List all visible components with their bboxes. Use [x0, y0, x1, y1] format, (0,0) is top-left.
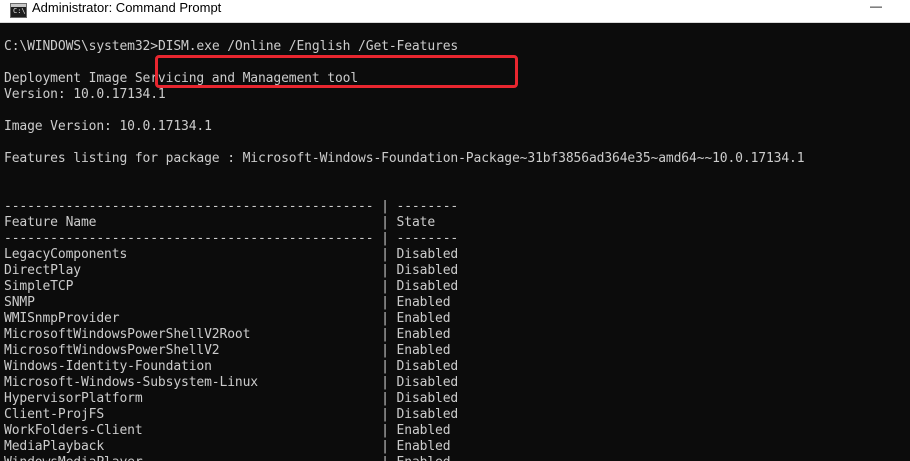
feature-state: Enabled	[396, 423, 451, 438]
feature-state: Disabled	[396, 247, 459, 262]
command-highlight-box	[155, 55, 518, 88]
window-title: Administrator: Command Prompt	[32, 0, 222, 15]
feature-name: MicrosoftWindowsPowerShellV2	[4, 343, 382, 358]
feature-state: Enabled	[396, 295, 451, 310]
feature-row: SimpleTCP | Disabled	[4, 279, 458, 295]
feature-row: SNMP | Enabled	[4, 295, 451, 311]
column-pipe: |	[381, 407, 397, 422]
feature-state: Disabled	[396, 279, 459, 294]
prompt-text: C:\WINDOWS\system32>	[4, 39, 158, 54]
separator-line-top: ----------------------------------------…	[4, 199, 459, 214]
table-header-row: Feature Name | State	[4, 215, 435, 231]
feature-name: MicrosoftWindowsPowerShellV2Root	[4, 327, 382, 342]
minimize-button[interactable]: —	[856, 0, 896, 16]
feature-name: SNMP	[4, 295, 382, 310]
feature-state: Enabled	[396, 343, 451, 358]
feature-row: WindowsMediaPlayer | Enabled	[4, 455, 451, 461]
feature-state: Enabled	[396, 327, 451, 342]
column-pipe: |	[381, 263, 397, 278]
feature-state: Disabled	[396, 391, 459, 406]
feature-name: LegacyComponents	[4, 247, 382, 262]
column-pipe: |	[381, 311, 397, 326]
command-line: C:\WINDOWS\system32>DISM.exe /Online /En…	[4, 39, 458, 55]
feature-row: WorkFolders-Client | Enabled	[4, 423, 451, 439]
feature-name: Client-ProjFS	[4, 407, 382, 422]
header-pipe: |	[381, 215, 397, 230]
feature-name: WMISnmpProvider	[4, 311, 382, 326]
feature-row: DirectPlay | Disabled	[4, 263, 458, 279]
title-bar[interactable]: C:\ Administrator: Command Prompt —	[0, 0, 910, 23]
cmd-icon-glyph: C:\	[13, 7, 26, 15]
column-pipe: |	[381, 375, 397, 390]
column-pipe: |	[381, 295, 397, 310]
header-feature-name: Feature Name	[4, 215, 382, 230]
feature-state: Disabled	[396, 359, 459, 374]
feature-name: Microsoft-Windows-Subsystem-Linux	[4, 375, 382, 390]
image-version-line: Image Version: 10.0.17134.1	[4, 119, 212, 134]
feature-state: Enabled	[396, 439, 451, 454]
feature-state: Disabled	[396, 263, 459, 278]
column-pipe: |	[381, 343, 397, 358]
feature-name: SimpleTCP	[4, 279, 382, 294]
column-pipe: |	[381, 247, 397, 262]
console-output[interactable]: C:\WINDOWS\system32>DISM.exe /Online /En…	[0, 22, 910, 461]
feature-row: Client-ProjFS | Disabled	[4, 407, 458, 423]
column-pipe: |	[381, 279, 397, 294]
feature-row: MicrosoftWindowsPowerShellV2 | Enabled	[4, 343, 451, 359]
separator-line-bottom: ----------------------------------------…	[4, 231, 459, 246]
feature-state: Enabled	[397, 455, 451, 461]
column-pipe: |	[381, 439, 397, 454]
feature-name: HypervisorPlatform	[4, 391, 382, 406]
feature-row: Windows-Identity-Foundation | Disabled	[4, 359, 458, 375]
column-pipe: |	[381, 359, 397, 374]
command-text: DISM.exe /Online /English /Get-Features	[157, 39, 459, 54]
feature-name: DirectPlay	[4, 263, 382, 278]
feature-state: Enabled	[396, 311, 451, 326]
feature-name: WindowsMediaPlayer	[4, 455, 381, 461]
cmd-icon: C:\	[10, 3, 27, 18]
column-pipe: |	[381, 391, 397, 406]
column-pipe: |	[381, 423, 397, 438]
feature-row: WMISnmpProvider | Enabled	[4, 311, 451, 327]
feature-name: WorkFolders-Client	[4, 423, 382, 438]
column-pipe: |	[381, 327, 397, 342]
feature-name: Windows-Identity-Foundation	[4, 359, 382, 374]
feature-row: MicrosoftWindowsPowerShellV2Root | Enabl…	[4, 327, 451, 343]
feature-row: HypervisorPlatform | Disabled	[4, 391, 458, 407]
feature-row: MediaPlayback | Enabled	[4, 439, 451, 455]
column-pipe: |	[381, 455, 396, 461]
feature-row: LegacyComponents | Disabled	[4, 247, 458, 263]
feature-state: Disabled	[396, 407, 459, 422]
features-listing-line: Features listing for package : Microsoft…	[4, 151, 805, 166]
feature-name: MediaPlayback	[4, 439, 382, 454]
feature-row: Microsoft-Windows-Subsystem-Linux | Disa…	[4, 375, 458, 391]
header-state: State	[396, 215, 436, 230]
version-line: Version: 10.0.17134.1	[4, 87, 166, 102]
feature-state: Disabled	[396, 375, 459, 390]
